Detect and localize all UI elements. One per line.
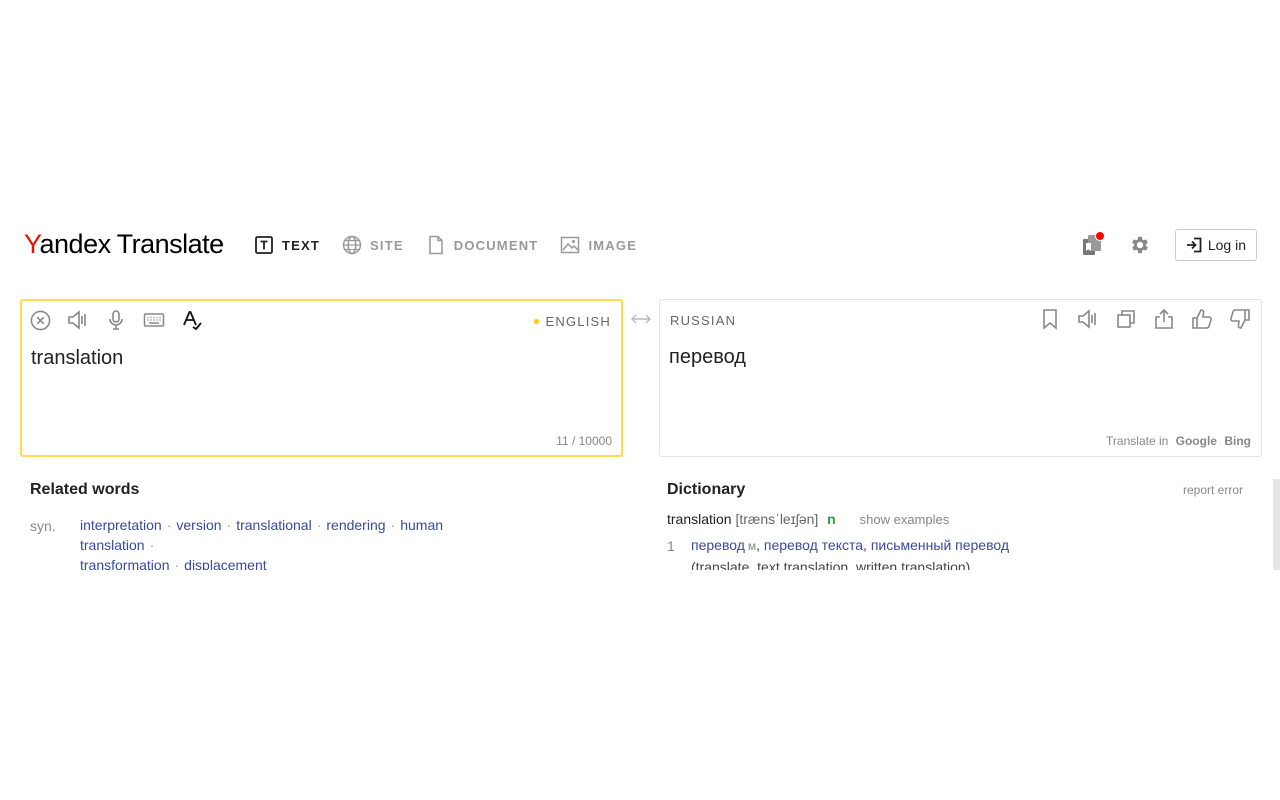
dictionary-title: Dictionary [667, 481, 746, 498]
logo-product: Translate [116, 229, 225, 259]
copy-icon [1117, 310, 1135, 328]
keyboard-button[interactable] [143, 309, 165, 331]
tab-image-label: IMAGE [588, 237, 638, 253]
settings-button[interactable] [1127, 232, 1153, 258]
document-icon [428, 235, 443, 255]
thumbs-down-button[interactable] [1229, 308, 1251, 330]
dictionary-word: translation [667, 511, 732, 527]
translation-link[interactable]: перевод [691, 537, 745, 553]
source-panel: ENGLISH translation 11 / 10000 [20, 299, 623, 457]
copy-button[interactable] [1115, 308, 1137, 330]
source-language-label: ENGLISH [545, 314, 611, 329]
logo-brand: andex [39, 229, 112, 259]
translation-link[interactable]: перевод текста [764, 537, 863, 553]
synonym-link[interactable]: interpretation [80, 517, 162, 533]
collections-button[interactable] [1079, 231, 1105, 258]
source-toolbar [29, 309, 203, 331]
mode-tabs: TEXT SITE DOCUMENT IMAGE [254, 235, 637, 255]
speaker-icon [1078, 309, 1096, 329]
spellcheck-icon [183, 311, 202, 331]
image-icon [561, 236, 580, 254]
thumbs-up-button[interactable] [1191, 308, 1213, 330]
tab-document[interactable]: DOCUMENT [426, 235, 539, 255]
target-panel: RUSSIAN перевод Translate in Google Bing [659, 299, 1262, 457]
dictionary-entry: перевод м, перевод текста, письменный пер… [691, 535, 1009, 570]
entry-number: 1 [667, 538, 675, 554]
show-examples-link[interactable]: show examples [860, 512, 950, 527]
bookmark-button[interactable] [1039, 308, 1061, 330]
transcription: [trænsˈleɪʃən] [735, 511, 819, 527]
clear-icon [30, 310, 50, 330]
synonym-link[interactable]: transformation [80, 557, 169, 570]
voice-input-button[interactable] [105, 309, 127, 331]
speaker-icon [68, 310, 86, 330]
synonyms-list: interpretation · version · translational · ren… [80, 515, 520, 570]
target-toolbar [1039, 308, 1251, 330]
translation-gloss: (translate, text translation, written tr… [691, 559, 971, 570]
google-link[interactable]: Google [1176, 434, 1217, 448]
keyboard-icon [143, 313, 165, 327]
translation-output: перевод [669, 346, 746, 368]
part-of-speech: n [827, 511, 836, 527]
synonym-link[interactable]: rendering [326, 517, 385, 533]
tab-site-label: SITE [370, 237, 404, 253]
login-icon [1186, 237, 1202, 253]
share-icon [1155, 308, 1173, 329]
synonym-link[interactable]: translational [236, 517, 312, 533]
clear-button[interactable] [29, 309, 51, 331]
yandex-translate-logo[interactable]: Yandex Translate [24, 229, 224, 260]
tab-image[interactable]: IMAGE [560, 235, 637, 255]
synonym-link[interactable]: version [176, 517, 221, 533]
translation-link[interactable]: письменный перевод [871, 537, 1009, 553]
swap-languages-icon[interactable] [630, 309, 652, 329]
related-words-title: Related words [30, 481, 140, 498]
globe-icon [342, 235, 362, 255]
gender-label: м [747, 539, 757, 553]
tab-document-label: DOCUMENT [453, 237, 539, 253]
notification-dot [1094, 231, 1105, 241]
logo-letter: Y [24, 229, 40, 259]
share-button[interactable] [1153, 308, 1175, 330]
source-text-input[interactable]: translation [31, 347, 123, 370]
listen-target-button[interactable] [1077, 308, 1099, 330]
thumbs-down-icon [1230, 309, 1250, 329]
report-error-link[interactable]: report error [1183, 483, 1243, 497]
target-language-label: RUSSIAN [670, 313, 737, 328]
tab-text-label: TEXT [282, 237, 321, 253]
login-label: Log in [1207, 237, 1246, 253]
scrollbar[interactable] [1273, 479, 1280, 570]
synonyms-label: syn. [30, 518, 56, 534]
microphone-icon [109, 310, 123, 330]
header-actions: Log in [1079, 229, 1257, 261]
bookmark-icon [1043, 309, 1057, 330]
source-language-selector[interactable]: ENGLISH [533, 314, 611, 329]
target-language-selector[interactable]: RUSSIAN [670, 313, 736, 328]
listen-source-button[interactable] [67, 309, 89, 331]
translate-in-links: Translate in Google Bing [1106, 434, 1251, 448]
bing-link[interactable]: Bing [1224, 434, 1251, 448]
detected-language-dot [533, 319, 539, 325]
spellcheck-button[interactable] [181, 309, 203, 331]
text-box-icon [255, 236, 273, 254]
gear-icon [1131, 236, 1148, 254]
thumbs-up-icon [1192, 309, 1212, 329]
tab-text[interactable]: TEXT [254, 235, 320, 255]
character-counter: 11 / 10000 [556, 434, 612, 448]
translate-viewport: Yandex Translate TEXT SITE DOCUMENT IMAGE [0, 213, 1280, 570]
translate-in-label: Translate in [1106, 434, 1169, 448]
tab-site[interactable]: SITE [342, 235, 404, 255]
login-button[interactable]: Log in [1174, 229, 1257, 261]
dictionary-headword: translation [trænsˈleɪʃən] n show exampl… [667, 511, 949, 527]
synonym-link[interactable]: displacement [184, 557, 267, 570]
